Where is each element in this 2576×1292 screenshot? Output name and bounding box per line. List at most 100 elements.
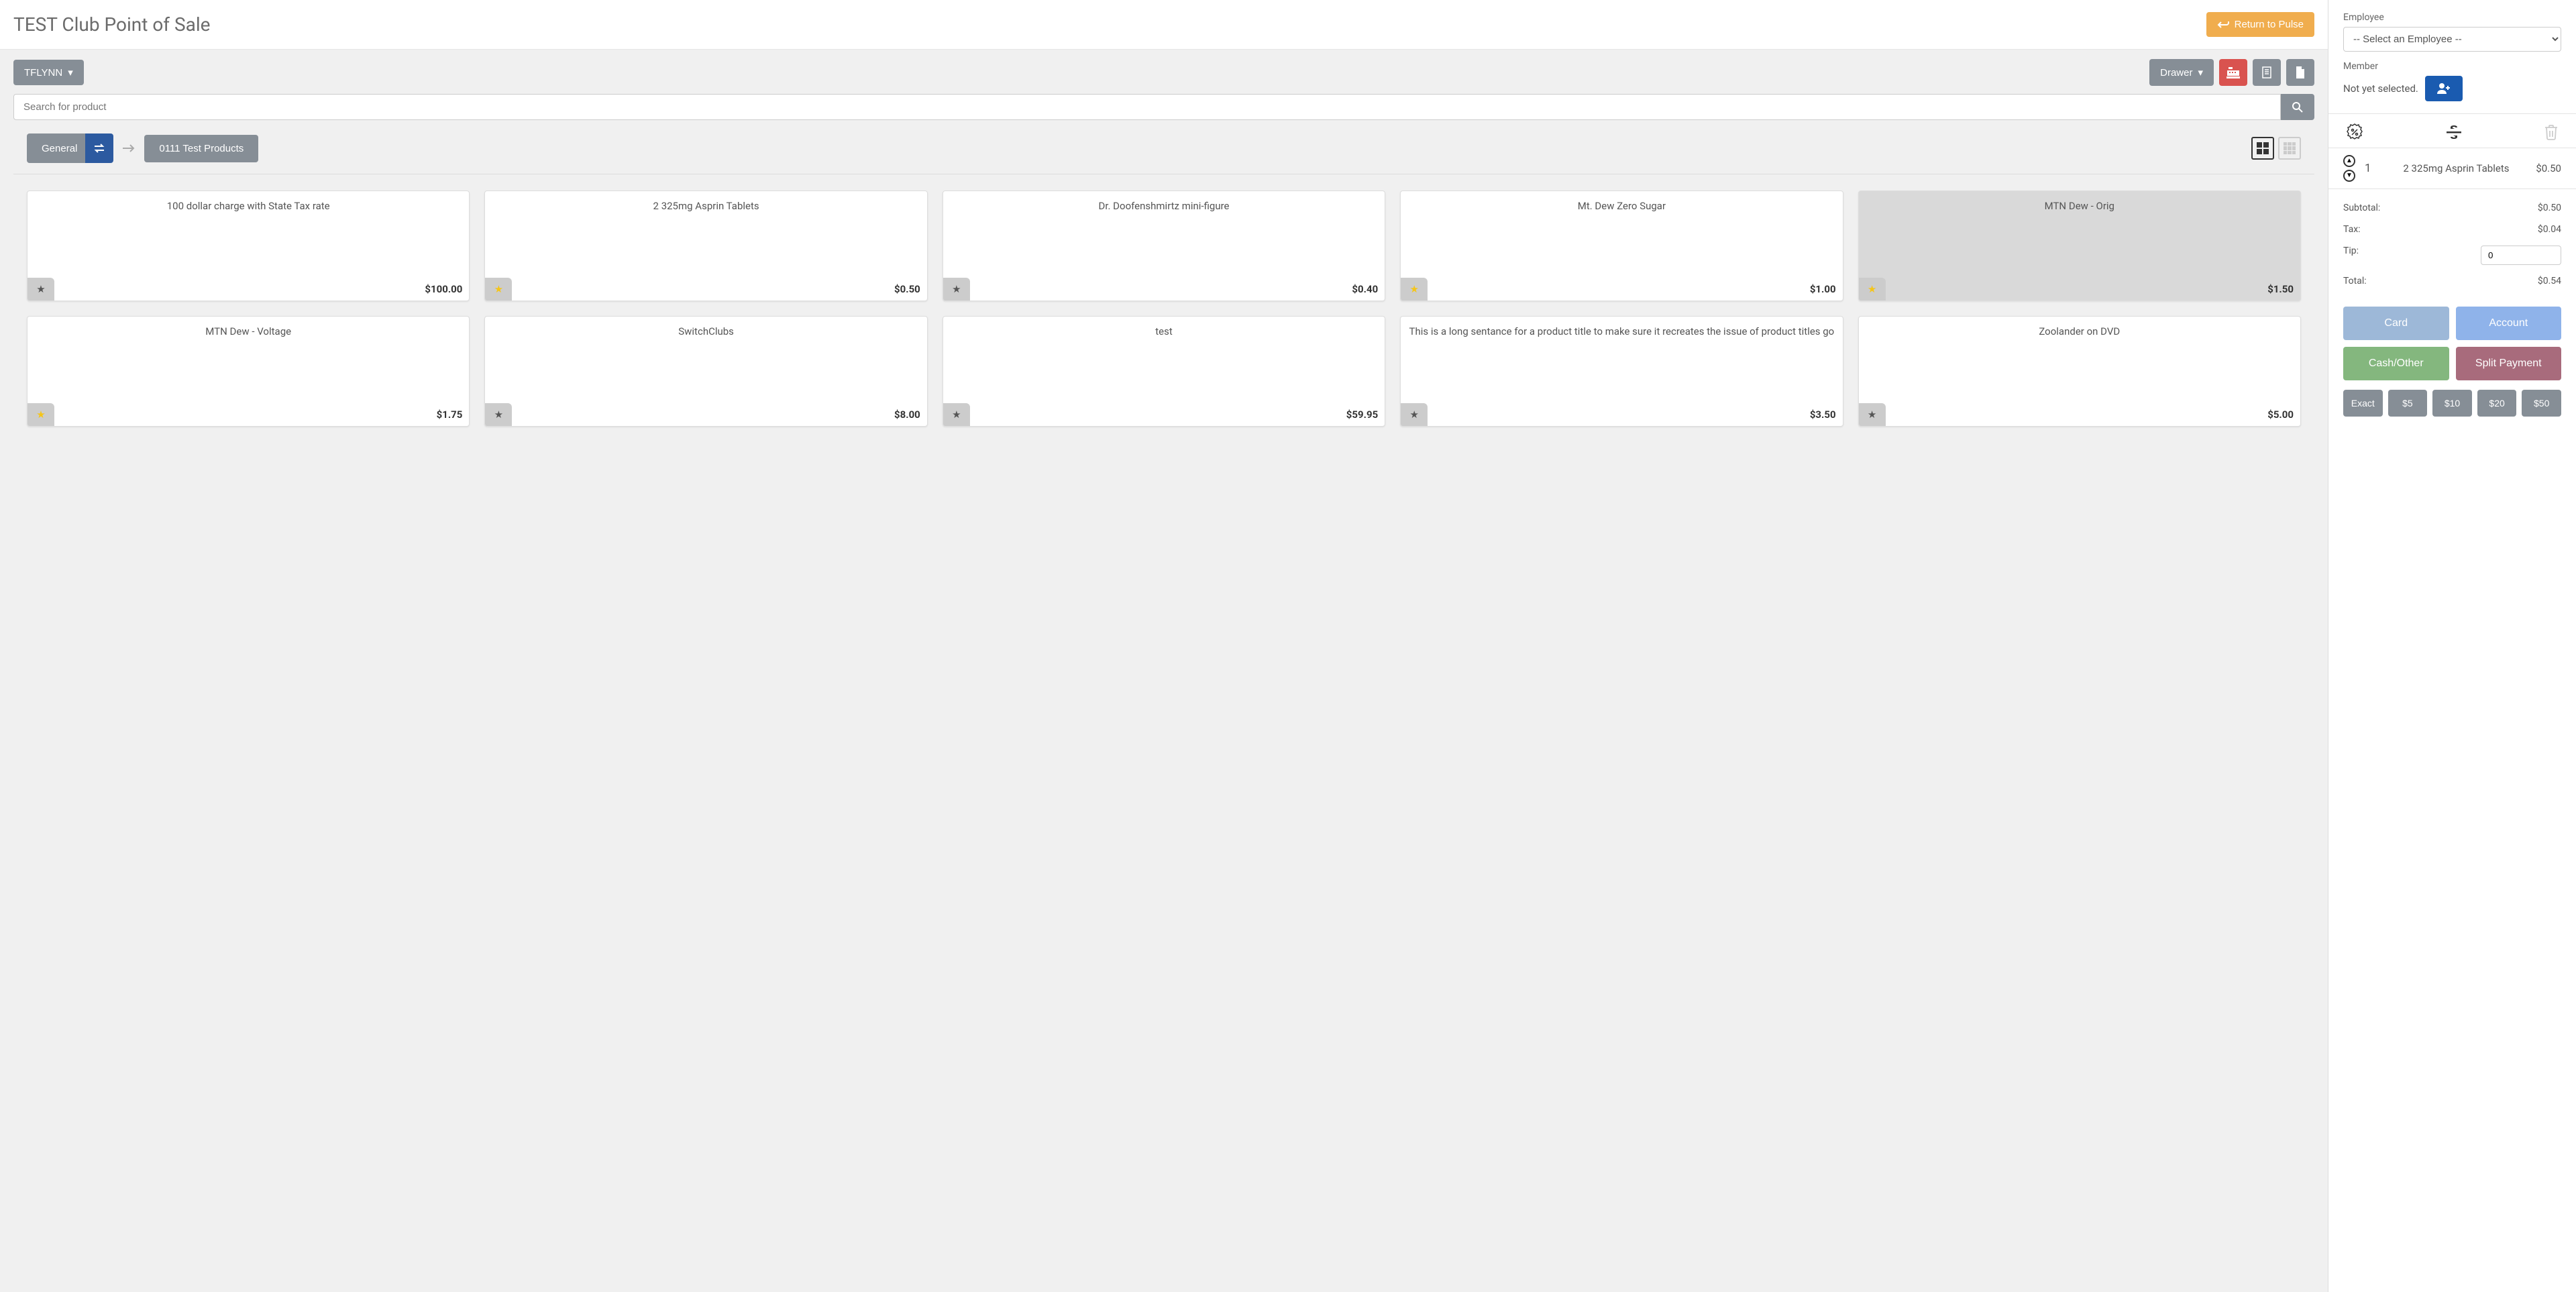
product-name: Dr. Doofenshmirtz mini-figure: [950, 199, 1378, 213]
total-label: Total:: [2343, 276, 2367, 286]
star-icon: ★: [494, 409, 503, 421]
return-to-pulse-button[interactable]: Return to Pulse: [2206, 12, 2314, 37]
product-card[interactable]: MTN Dew - Orig ★ $1.50: [1858, 191, 2301, 301]
star-icon: ★: [1868, 283, 1876, 295]
product-price: $3.50: [1810, 409, 1836, 421]
favorite-toggle[interactable]: ★: [943, 278, 970, 301]
favorite-toggle[interactable]: ★: [28, 403, 54, 426]
quick-amount-button[interactable]: $20: [2477, 390, 2517, 417]
return-icon: [2217, 20, 2229, 30]
product-price: $1.75: [437, 409, 463, 421]
product-card[interactable]: SwitchClubs ★ $8.00: [484, 316, 927, 427]
pay-account-button[interactable]: Account: [2456, 307, 2562, 340]
product-name: This is a long sentance for a product ti…: [1407, 325, 1835, 338]
star-icon: ★: [1409, 409, 1418, 421]
delete-button[interactable]: [2544, 123, 2559, 141]
tax-label: Tax:: [2343, 224, 2361, 235]
product-card[interactable]: Dr. Doofenshmirtz mini-figure ★ $0.40: [943, 191, 1385, 301]
tax-value: $0.04: [2538, 224, 2561, 235]
product-card[interactable]: test★$59.95: [943, 316, 1385, 427]
product-name: SwitchClubs: [492, 325, 920, 338]
employee-label: Employee: [2343, 12, 2561, 23]
product-price: $8.00: [894, 409, 920, 421]
subtotal-label: Subtotal:: [2343, 203, 2380, 213]
swap-icon: [93, 143, 105, 154]
grid-2x2-icon: [2257, 142, 2269, 154]
product-price: $1.00: [1810, 283, 1836, 295]
caret-down-icon: ▼: [2346, 172, 2353, 179]
document-button[interactable]: [2286, 59, 2314, 86]
star-icon: ★: [36, 283, 45, 295]
document-icon: [2296, 66, 2305, 78]
product-card[interactable]: 2 325mg Asprin Tablets★$0.50: [484, 191, 927, 301]
star-icon: ★: [952, 409, 961, 421]
cart-item-name: 2 325mg Asprin Tablets: [2377, 162, 2536, 174]
breadcrumb-current[interactable]: 0111 Test Products: [144, 135, 258, 162]
strikethrough-button[interactable]: [2445, 123, 2463, 141]
quick-amount-button[interactable]: Exact: [2343, 390, 2383, 417]
grid-3x3-icon: [2284, 142, 2296, 154]
cart-qty: 1: [2365, 162, 2371, 175]
favorite-toggle[interactable]: ★: [485, 278, 512, 301]
star-icon: ★: [1409, 283, 1418, 295]
caret-down-icon: ▾: [68, 66, 73, 78]
favorite-toggle[interactable]: ★: [1401, 403, 1428, 426]
member-label: Member: [2343, 61, 2561, 72]
receipt-button[interactable]: [2253, 59, 2281, 86]
arrow-right-icon: [120, 142, 138, 154]
star-icon: ★: [36, 409, 45, 421]
grid-2x2-button[interactable]: [2251, 137, 2274, 160]
register-button[interactable]: [2219, 59, 2247, 86]
strikethrough-icon: [2445, 125, 2463, 140]
discount-button[interactable]: [2346, 123, 2363, 141]
favorite-toggle[interactable]: ★: [1401, 278, 1428, 301]
drawer-dropdown[interactable]: Drawer ▾: [2149, 59, 2214, 86]
product-card[interactable]: Mt. Dew Zero Sugar★$1.00: [1400, 191, 1843, 301]
quick-amount-button[interactable]: $10: [2432, 390, 2472, 417]
caret-down-icon: ▾: [2198, 66, 2203, 78]
product-price: $1.50: [2267, 283, 2294, 295]
tip-input[interactable]: [2481, 246, 2561, 265]
search-button[interactable]: [2281, 94, 2314, 120]
pay-split-button[interactable]: Split Payment: [2456, 347, 2562, 380]
qty-down-button[interactable]: ▼: [2343, 170, 2355, 182]
cart-line-item[interactable]: ▲ ▼ 1 2 325mg Asprin Tablets $0.50: [2328, 148, 2576, 189]
product-card[interactable]: 100 dollar charge with State Tax rate ★ $1…: [27, 191, 470, 301]
product-card[interactable]: This is a long sentance for a product ti…: [1400, 316, 1843, 427]
product-name: MTN Dew - Voltage: [34, 325, 462, 338]
search-input[interactable]: [13, 94, 2281, 120]
grid-3x3-button[interactable]: [2278, 137, 2301, 160]
product-price: $0.40: [1352, 283, 1378, 295]
quick-amount-button[interactable]: $5: [2388, 390, 2428, 417]
breadcrumb-root[interactable]: General: [27, 133, 92, 163]
add-member-button[interactable]: [2425, 76, 2463, 101]
product-price: $5.00: [2267, 409, 2294, 421]
product-card[interactable]: MTN Dew - Voltage ★ $1.75: [27, 316, 470, 427]
star-icon: ★: [952, 283, 961, 295]
cart-item-price: $0.50: [2536, 162, 2561, 174]
pay-cash-button[interactable]: Cash/Other: [2343, 347, 2449, 380]
product-name: 100 dollar charge with State Tax rate: [34, 199, 462, 213]
product-name: test: [950, 325, 1378, 338]
user-plus-icon: [2436, 83, 2451, 95]
pay-card-button[interactable]: Card: [2343, 307, 2449, 340]
employee-select[interactable]: -- Select an Employee --: [2343, 27, 2561, 52]
swap-button[interactable]: [85, 133, 113, 163]
product-price: $100.00: [425, 283, 462, 295]
receipt-icon: [2261, 66, 2272, 78]
favorite-toggle[interactable]: ★: [1859, 278, 1886, 301]
quick-amount-button[interactable]: $50: [2522, 390, 2561, 417]
favorite-toggle[interactable]: ★: [943, 403, 970, 426]
page-title: TEST Club Point of Sale: [13, 13, 210, 36]
favorite-toggle[interactable]: ★: [485, 403, 512, 426]
search-icon: [2292, 101, 2304, 113]
qty-up-button[interactable]: ▲: [2343, 155, 2355, 167]
subtotal-value: $0.50: [2538, 203, 2561, 213]
product-name: MTN Dew - Orig: [1866, 199, 2294, 213]
user-dropdown[interactable]: TFLYNN ▾: [13, 60, 84, 85]
star-icon: ★: [494, 283, 503, 295]
star-icon: ★: [1868, 409, 1876, 421]
favorite-toggle[interactable]: ★: [28, 278, 54, 301]
favorite-toggle[interactable]: ★: [1859, 403, 1886, 426]
product-card[interactable]: Zoolander on DVD★$5.00: [1858, 316, 2301, 427]
